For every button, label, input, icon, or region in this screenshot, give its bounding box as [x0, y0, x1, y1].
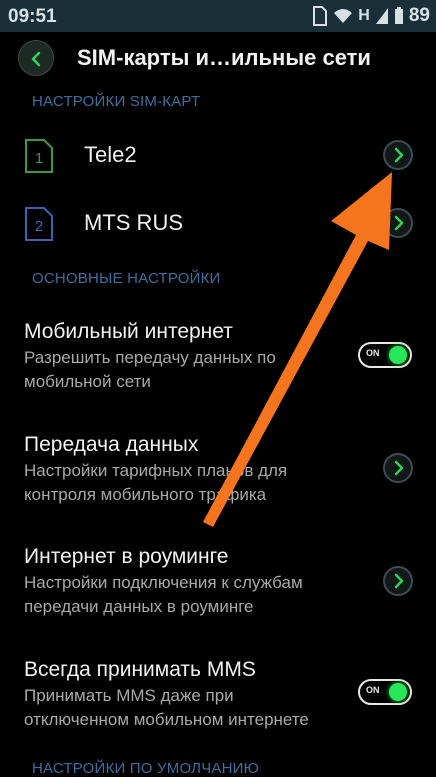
sim-slot-number: 1: [35, 150, 43, 167]
setting-subtitle-line-2: отключенном мобильном интернете: [24, 710, 309, 729]
setting-title: Мобильный интернет: [24, 320, 233, 343]
setting-title: Передача данных: [24, 433, 199, 456]
wifi-icon: [333, 7, 353, 25]
chevron-right-icon: [394, 573, 404, 589]
toggle-knob: [389, 683, 407, 701]
section-header-main: ОСНОВНЫЕ НАСТРОЙКИ: [32, 270, 221, 287]
network-type-label: H: [358, 7, 370, 24]
back-arrow-icon: [31, 51, 41, 67]
setting-subtitle: Принимать MMS даже при отключенном мобил…: [24, 684, 354, 732]
setting-subtitle-line-1: Настройки тарифных планов для: [24, 461, 288, 480]
setting-subtitle-line-2: мобильной сети: [24, 372, 151, 391]
sim-name: Tele2: [84, 142, 137, 167]
toggle-state-label: ON: [366, 348, 380, 358]
toggle-state-label: ON: [366, 685, 380, 695]
status-time: 09:51: [8, 6, 57, 27]
chevron-right-icon: [394, 147, 404, 163]
chevron-right-icon: [394, 460, 404, 476]
mobile-internet-toggle[interactable]: ON: [358, 342, 412, 368]
battery-icon: [394, 7, 404, 25]
sim-2-details-button[interactable]: [383, 208, 413, 238]
page-title: SIM-карты и…ильные сети: [77, 45, 371, 70]
app-header: SIM-карты и…ильные сети: [0, 32, 436, 84]
roaming-details-button[interactable]: [383, 566, 413, 596]
signal-icon: [375, 7, 389, 25]
data-usage-details-button[interactable]: [383, 453, 413, 483]
status-icons: H 89: [312, 5, 430, 27]
setting-subtitle-line-1: Принимать MMS даже при: [24, 686, 234, 705]
sim-name: MTS RUS: [84, 210, 183, 235]
sim-row-1[interactable]: 1 Tele2: [0, 126, 436, 186]
toggle-knob: [389, 346, 407, 364]
setting-subtitle: Настройки подключения к службам передачи…: [24, 571, 354, 619]
sim-card-icon: 1: [25, 139, 53, 173]
battery-percent: 89: [408, 5, 430, 26]
sim-row-2[interactable]: 2 MTS RUS: [0, 194, 436, 254]
setting-subtitle: Разрешить передачу данных по мобильной с…: [24, 346, 354, 394]
always-mms-toggle[interactable]: ON: [358, 679, 412, 705]
chevron-right-icon: [394, 215, 404, 231]
sim-status-icon: [312, 6, 328, 26]
section-header-sim: НАСТРОЙКИ SIM-КАРТ: [32, 93, 201, 110]
setting-title: Всегда принимать MMS: [24, 658, 256, 681]
setting-subtitle: Настройки тарифных планов для контроля м…: [24, 459, 354, 507]
sim-card-icon: 2: [25, 207, 53, 241]
sim-slot-number: 2: [35, 218, 43, 235]
back-button[interactable]: [18, 40, 54, 76]
sim-1-details-button[interactable]: [383, 140, 413, 170]
setting-title: Интернет в роуминге: [24, 545, 229, 568]
section-header-default: НАСТРОЙКИ ПО УМОЛЧАНИЮ: [32, 760, 259, 777]
setting-subtitle-line-1: Настройки подключения к службам: [24, 573, 303, 592]
setting-subtitle-line-2: контроля мобильного трафика: [24, 485, 267, 504]
setting-subtitle-line-1: Разрешить передачу данных по: [24, 348, 276, 367]
setting-subtitle-line-2: передачи данных в роуминге: [24, 597, 254, 616]
status-bar: 09:51 H 89: [0, 0, 436, 32]
